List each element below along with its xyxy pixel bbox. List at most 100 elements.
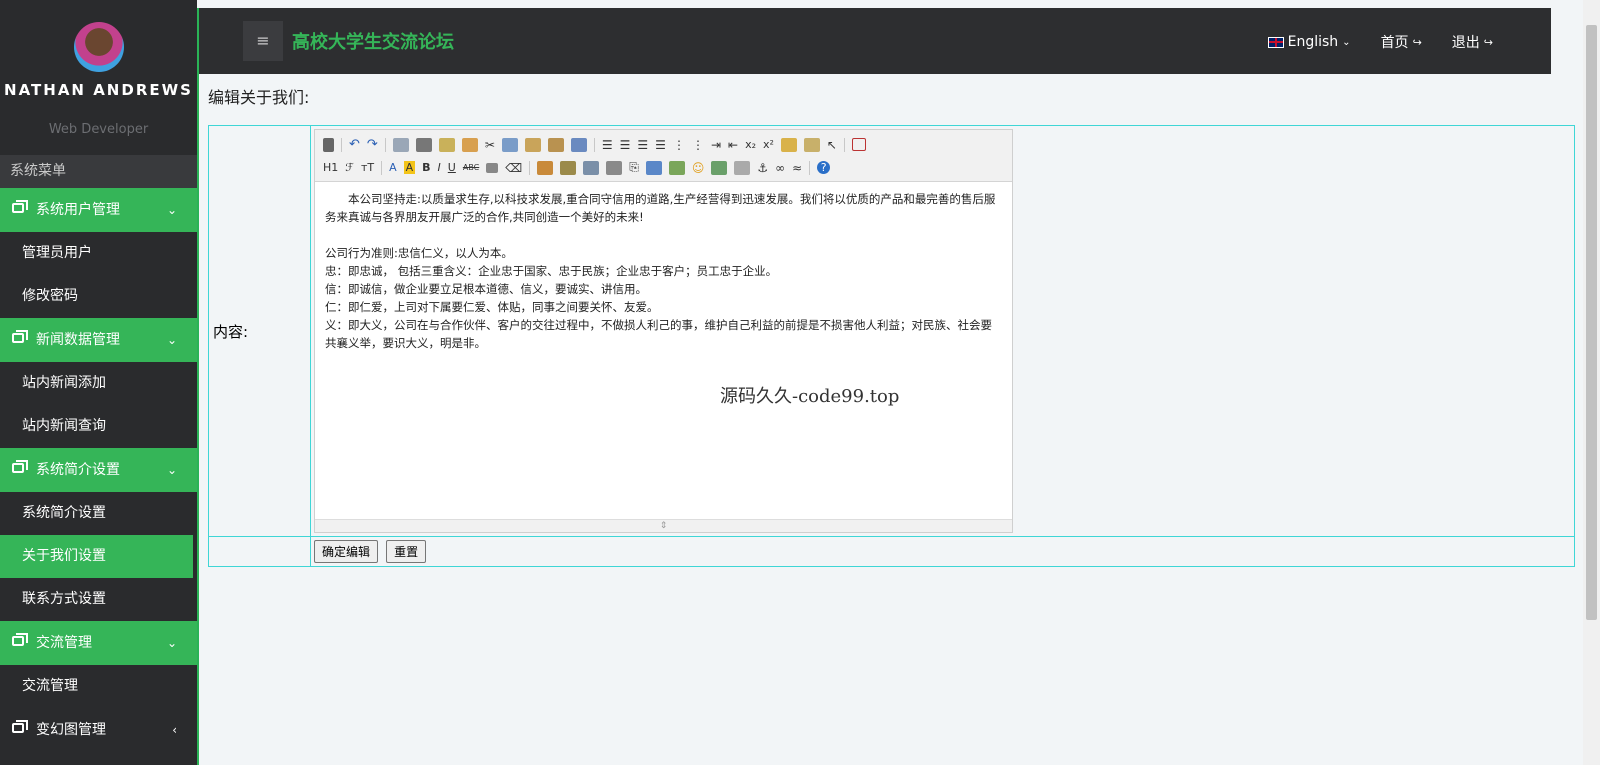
editor-toolbar: ↶ ↷ ✂ ☰ ☰ ☰ ☰ ⋮ ⋮ ⇥ ⇤ x₂ x² ↖ H1 ℱ тT A … — [315, 130, 1012, 182]
select-all-icon[interactable]: ↖ — [827, 138, 837, 152]
strikethrough-icon[interactable]: ABC — [463, 163, 479, 172]
image-icon[interactable] — [537, 160, 554, 175]
ordered-list-icon[interactable]: ⋮ — [673, 138, 685, 152]
align-right-icon[interactable]: ☰ — [637, 138, 648, 152]
rich-text-editor[interactable]: ↶ ↷ ✂ ☰ ☰ ☰ ☰ ⋮ ⋮ ⇥ ⇤ x₂ x² ↖ H1 ℱ тT A … — [314, 129, 1013, 533]
toolbar-separator — [381, 160, 383, 175]
window-icon — [12, 720, 28, 733]
editor-paragraph: 公司行为准则:忠信仁义，以人为本。 — [325, 246, 513, 260]
submit-edit-button[interactable]: 确定编辑 — [314, 540, 379, 563]
superscript-icon[interactable]: x² — [763, 138, 774, 151]
grid-icon[interactable] — [486, 162, 499, 173]
window-icon — [12, 633, 28, 646]
language-selector[interactable]: English ⌄ — [1267, 34, 1351, 50]
toolbar-separator — [341, 137, 342, 152]
undo-icon[interactable]: ↶ — [349, 137, 360, 152]
toolbar-row-2: H1 ℱ тT A A B I U ABC ⌫ ⎘ ☺ ⚓ ∞ ≈ ? — [323, 156, 1008, 179]
emoticon-icon[interactable]: ☺ — [692, 161, 705, 175]
chevron-down-icon: ⌄ — [166, 636, 177, 650]
code-icon[interactable] — [461, 137, 478, 152]
site-title: 高校大学生交流论坛 — [292, 32, 454, 53]
menu-group-carousel[interactable]: 变幻图管理 ‹ — [0, 708, 197, 752]
paste-icon[interactable] — [524, 137, 541, 152]
menu-group-news-management[interactable]: 新闻数据管理 ⌄ — [0, 318, 197, 362]
help-icon[interactable]: ? — [817, 161, 831, 174]
fullscreen-icon[interactable] — [851, 138, 866, 151]
reset-button[interactable]: 重置 — [386, 540, 427, 563]
font-color-icon[interactable]: A — [389, 161, 397, 174]
sidebar-border — [197, 8, 199, 765]
toolbar-separator — [529, 160, 531, 175]
sidebar-item-query-news[interactable]: 站内新闻查询 — [0, 405, 193, 448]
page-break-icon[interactable] — [734, 160, 751, 175]
home-link[interactable]: 首页 ↪ — [1381, 32, 1422, 52]
picture-icon[interactable] — [711, 160, 728, 175]
sidebar-item-admin-users[interactable]: 管理员用户 — [0, 232, 193, 275]
menu-group-label: 交流管理 — [36, 635, 92, 651]
highlight-icon[interactable]: A — [403, 161, 416, 174]
attachment-icon[interactable]: ⎘ — [629, 160, 639, 175]
menu-title: 系统菜单 — [0, 155, 197, 188]
scroll-thumb[interactable] — [1586, 25, 1597, 620]
clear-format-icon[interactable] — [780, 137, 797, 152]
subscript-icon[interactable]: x₂ — [745, 138, 756, 151]
window-icon — [12, 200, 28, 213]
logout-label: 退出 — [1451, 35, 1480, 51]
eraser-icon[interactable]: ⌫ — [505, 161, 522, 175]
align-center-icon[interactable]: ☰ — [620, 138, 631, 152]
menu-group-label: 变幻图管理 — [36, 722, 106, 738]
align-left-icon[interactable]: ☰ — [602, 138, 613, 152]
window-icon — [12, 330, 28, 343]
print-icon[interactable] — [415, 137, 432, 152]
menu-group-exchange[interactable]: 交流管理 ⌄ — [0, 621, 197, 665]
uk-flag-icon — [1267, 36, 1284, 48]
multi-image-icon[interactable] — [560, 160, 577, 175]
page-scrollbar[interactable] — [1583, 0, 1600, 765]
font-family-icon[interactable]: ℱ — [345, 161, 354, 174]
menu-group-intro-settings[interactable]: 系统简介设置 ⌄ — [0, 448, 197, 492]
paste-text-icon[interactable] — [547, 137, 564, 152]
logout-link[interactable]: 退出 ↪ — [1452, 32, 1493, 52]
watermark-text: 源码久久-code99.top — [720, 386, 900, 407]
underline-icon[interactable]: U — [448, 161, 456, 174]
sidebar-item-exchange[interactable]: 交流管理 — [0, 665, 193, 708]
hr-icon[interactable] — [668, 160, 685, 175]
heading-icon[interactable]: H1 — [323, 161, 338, 174]
hamburger-icon[interactable]: ≡ — [243, 21, 283, 61]
quick-format-icon[interactable] — [803, 137, 820, 152]
editor-resize-handle[interactable]: ⇕ — [315, 519, 1012, 532]
sidebar-item-contact[interactable]: 联系方式设置 — [0, 578, 193, 621]
italic-icon[interactable]: I — [438, 161, 441, 174]
indent-icon[interactable]: ⇥ — [711, 138, 721, 152]
toolbar-row-1: ↶ ↷ ✂ ☰ ☰ ☰ ☰ ⋮ ⋮ ⇥ ⇤ x₂ x² ↖ — [323, 133, 1008, 156]
sidebar-item-add-news[interactable]: 站内新闻添加 — [0, 362, 193, 405]
link-icon[interactable]: ∞ — [775, 161, 785, 175]
editor-paragraph: 义：即大义，公司在与合作伙伴、客户的交往过程中，不做损人利己的事，维护自己利益的… — [325, 318, 992, 350]
unlink-icon[interactable]: ≈ — [792, 161, 802, 175]
empty-label-cell — [208, 536, 311, 567]
flash-icon[interactable] — [583, 160, 600, 175]
redo-icon[interactable]: ↷ — [367, 137, 378, 152]
sidebar-item-intro-settings[interactable]: 系统简介设置 — [0, 492, 193, 535]
unordered-list-icon[interactable]: ⋮ — [692, 138, 704, 152]
media-icon[interactable] — [606, 160, 623, 175]
font-size-icon[interactable]: тT — [361, 161, 374, 174]
source-icon[interactable] — [323, 137, 334, 152]
outdent-icon[interactable]: ⇤ — [728, 138, 738, 152]
template-icon[interactable] — [438, 137, 455, 152]
sign-out-icon: ↪ — [1483, 35, 1493, 49]
chevron-down-icon: ⌄ — [166, 333, 177, 347]
paste-word-icon[interactable] — [570, 137, 587, 152]
preview-icon[interactable] — [392, 137, 409, 152]
cut-icon[interactable]: ✂ — [485, 138, 495, 152]
copy-icon[interactable] — [501, 137, 518, 152]
sidebar-item-about-us[interactable]: 关于我们设置 — [0, 535, 193, 578]
bold-icon[interactable]: B — [422, 161, 430, 174]
editor-paragraph: 仁：即仁爱，上司对下属要仁爱、体贴，同事之间要关怀、友爱。 — [325, 300, 659, 314]
editor-content[interactable]: 本公司坚持走:以质量求生存,以科技求发展,重合同守信用的道路,生产经营得到迅速发… — [315, 182, 1012, 360]
menu-group-user-management[interactable]: 系统用户管理 ⌄ — [0, 188, 197, 232]
sidebar-item-change-password[interactable]: 修改密码 — [0, 275, 193, 318]
table-icon[interactable] — [645, 160, 662, 175]
align-justify-icon[interactable]: ☰ — [655, 138, 666, 152]
anchor-icon[interactable]: ⚓ — [757, 161, 768, 175]
